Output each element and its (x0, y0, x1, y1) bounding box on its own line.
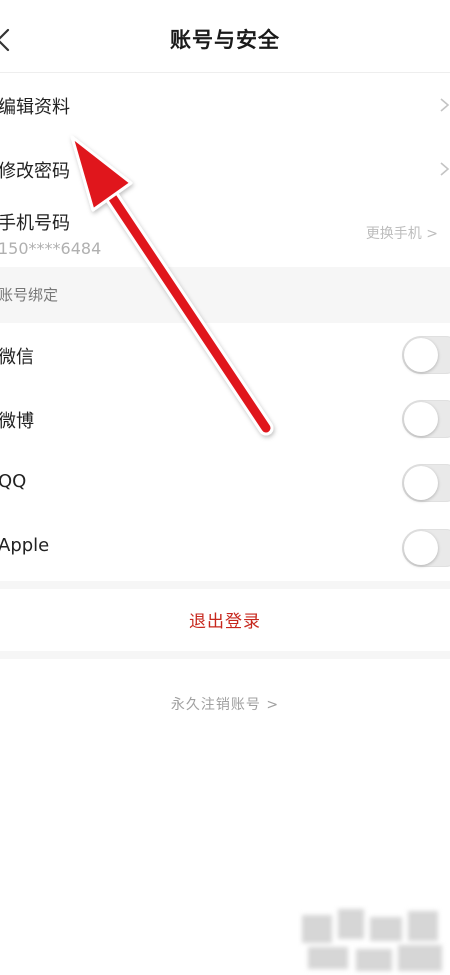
top-nav-bar: 账号与安全 (0, 0, 450, 73)
change-password-row[interactable]: 修改密码 (0, 137, 450, 201)
divider (0, 651, 450, 659)
divider (0, 581, 450, 589)
binding-row-weibo: 微博 (0, 387, 450, 451)
page-title: 账号与安全 (170, 27, 280, 52)
toggle-knob (404, 402, 438, 436)
chevron-right-icon (440, 162, 450, 176)
edit-profile-label: 编辑资料 (0, 97, 70, 118)
toggle-knob (404, 338, 438, 372)
qq-label: QQ (0, 471, 27, 492)
toggle-knob (404, 531, 438, 565)
logout-row[interactable]: 退出登录 (0, 589, 450, 651)
account-security-page: 账号与安全 编辑资料 修改密码 手机号码 150****6484 更换手机 > … (0, 0, 450, 975)
weibo-toggle[interactable] (402, 400, 450, 438)
chevron-right-icon (440, 98, 450, 112)
phone-number-row[interactable]: 手机号码 150****6484 更换手机 > (0, 201, 450, 267)
apple-toggle[interactable] (402, 529, 450, 567)
account-binding-title: 账号绑定 (0, 286, 59, 304)
section-header: 账号绑定 (0, 267, 450, 323)
binding-row-apple: Apple (0, 515, 450, 581)
change-password-label: 修改密码 (0, 161, 70, 182)
binding-row-qq: QQ (0, 451, 450, 515)
logout-button[interactable]: 退出登录 (0, 607, 450, 632)
wechat-toggle[interactable] (402, 336, 450, 374)
wechat-label: 微信 (0, 347, 34, 368)
change-phone-link[interactable]: 更换手机 > (366, 223, 438, 243)
phone-number-label: 手机号码 (0, 213, 70, 234)
phone-number-value: 150****6484 (0, 239, 102, 258)
binding-row-wechat: 微信 (0, 323, 450, 387)
edit-profile-row[interactable]: 编辑资料 (0, 73, 450, 137)
qq-toggle[interactable] (402, 464, 450, 502)
weibo-label: 微博 (0, 411, 34, 432)
blurred-watermark (302, 909, 442, 971)
apple-label: Apple (0, 535, 50, 556)
delete-account-link[interactable]: 永久注销账号 > (0, 694, 450, 714)
toggle-knob (404, 466, 438, 500)
